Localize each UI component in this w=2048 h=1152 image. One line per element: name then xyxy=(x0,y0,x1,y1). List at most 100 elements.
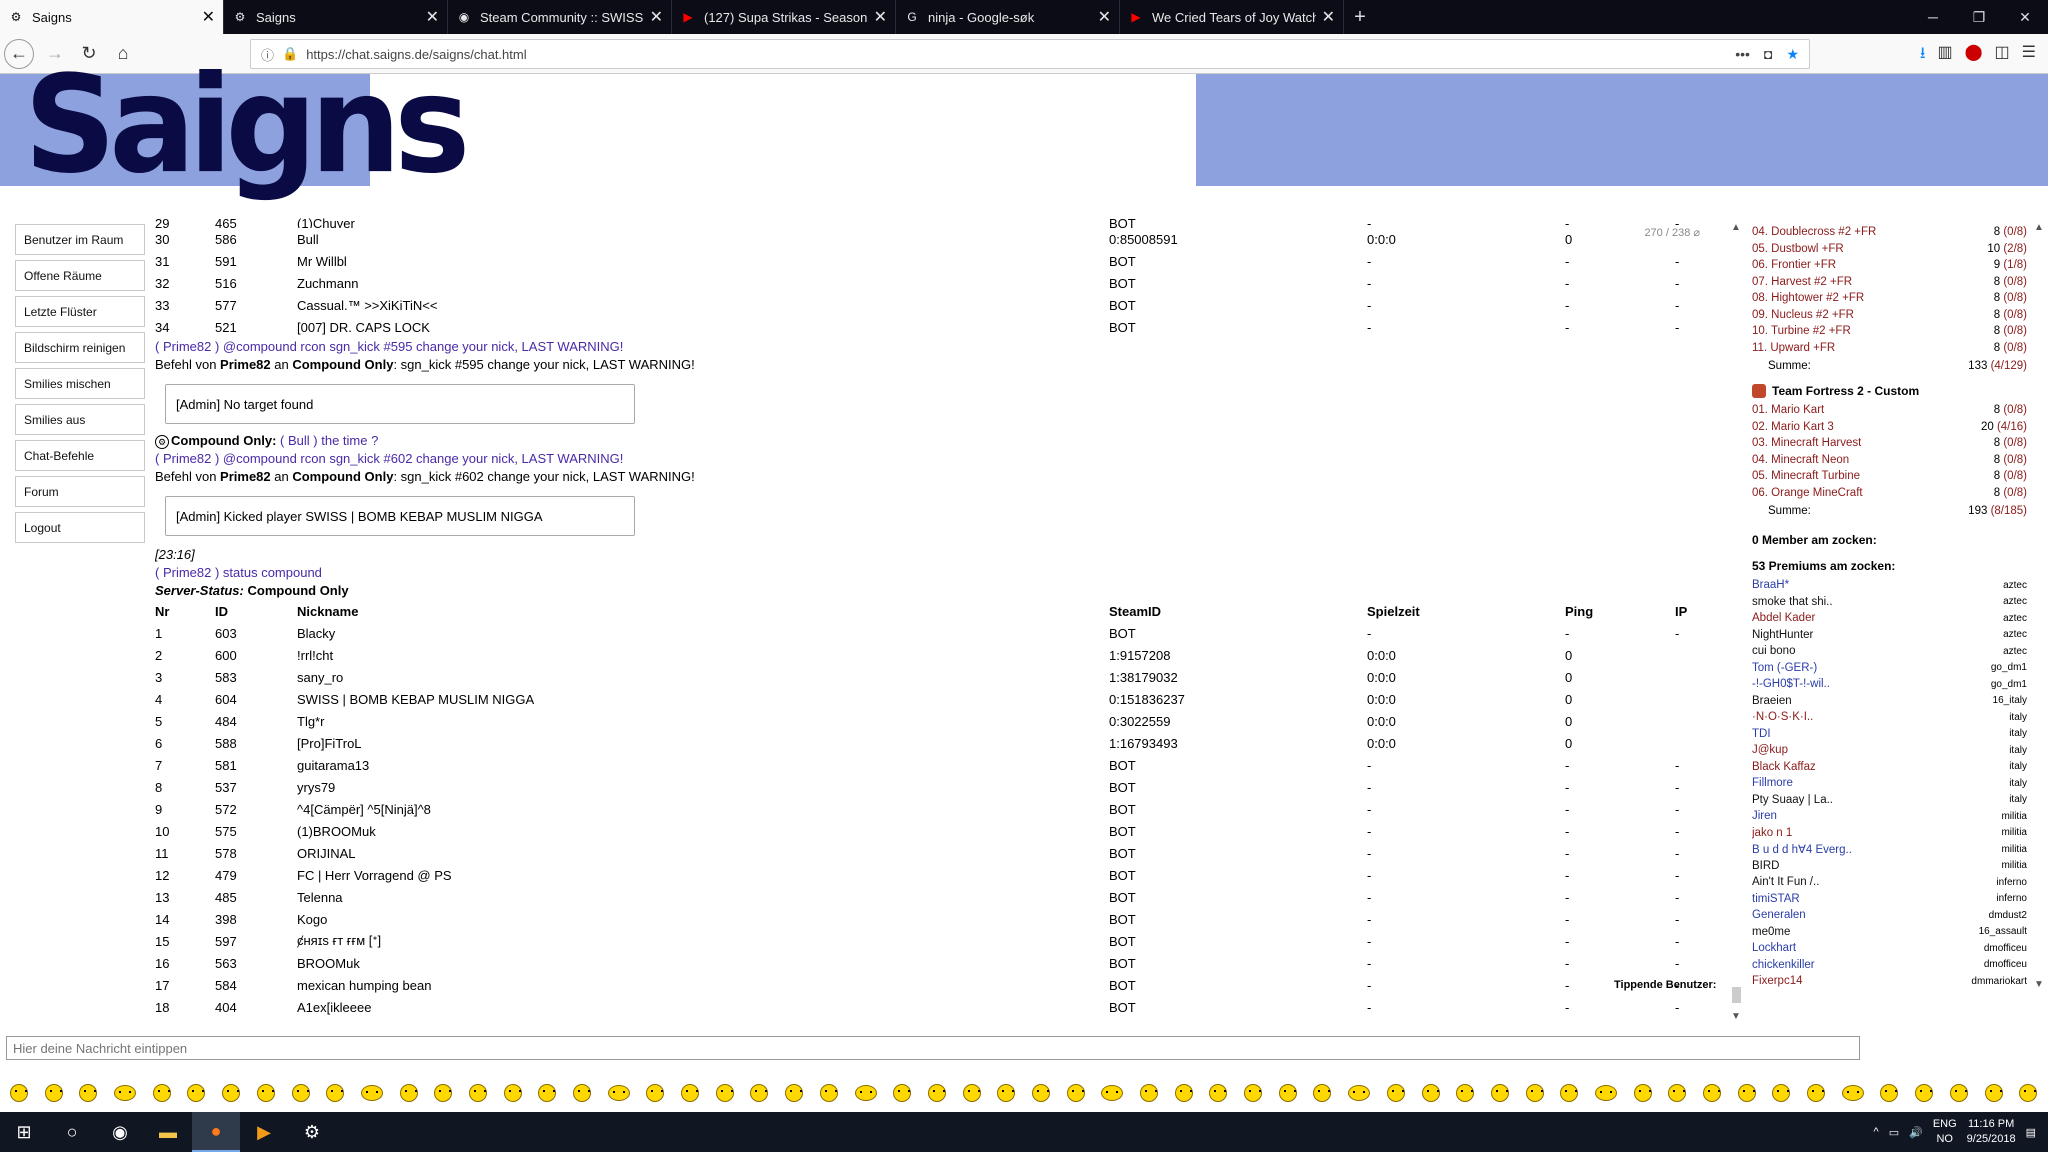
smiley-icon[interactable] xyxy=(962,1084,981,1102)
smiley-icon[interactable] xyxy=(538,1084,557,1102)
sidebar-button-8[interactable]: Forum xyxy=(15,476,145,507)
close-window-icon[interactable]: ✕ xyxy=(2002,0,2048,34)
sidebar-button-9[interactable]: Logout xyxy=(15,512,145,543)
smiley-icon[interactable] xyxy=(1101,1085,1124,1101)
steam-app-icon[interactable]: ⚙ xyxy=(288,1112,336,1152)
smiley-icon[interactable] xyxy=(893,1084,912,1102)
server-name[interactable]: 06. Frontier +FR xyxy=(1752,259,1994,271)
user-item[interactable]: J@kup italy xyxy=(1752,742,2027,759)
menu-icon[interactable]: ☰ xyxy=(2022,42,2036,69)
user-name[interactable]: -!-GH0$T-!-wil.. xyxy=(1752,678,1991,690)
server-item[interactable]: 05. Minecraft Turbine 8 (0/8) xyxy=(1752,468,2027,485)
smiley-icon[interactable] xyxy=(187,1084,206,1102)
smiley-icon[interactable] xyxy=(1807,1084,1826,1102)
user-item[interactable]: Braeien 16_italy xyxy=(1752,693,2027,710)
network-icon[interactable]: ▭ xyxy=(1889,1126,1899,1139)
user-name[interactable]: smoke that shi.. xyxy=(1752,596,2003,608)
smiley-icon[interactable] xyxy=(927,1084,946,1102)
server-name[interactable]: 10. Turbine #2 +FR xyxy=(1752,325,1994,337)
server-item[interactable]: 03. Minecraft Harvest 8 (0/8) xyxy=(1752,435,2027,452)
user-name[interactable]: Ain't It Fun /.. xyxy=(1752,876,1996,888)
windows-start-icon[interactable]: ⊞ xyxy=(0,1112,48,1152)
browser-tab[interactable]: Gninja - Google-søk ✕ xyxy=(896,0,1120,34)
url-bar[interactable]: ⓘ 🔒 https://chat.saigns.de/saigns/chat.h… xyxy=(250,39,1810,69)
smiley-icon[interactable] xyxy=(573,1084,591,1102)
scroll-down-icon[interactable]: ▼ xyxy=(2034,979,2044,990)
user-item[interactable]: Tom (-GER-) go_dm1 xyxy=(1752,660,2027,677)
smiley-icon[interactable] xyxy=(1594,1085,1617,1101)
server-item[interactable]: 05. Dustbowl +FR 10 (2/8) xyxy=(1752,241,2027,258)
user-item[interactable]: B u d d h∀4 Everg.. militia xyxy=(1752,841,2027,858)
firefox-icon[interactable]: ● xyxy=(192,1112,240,1152)
user-item[interactable]: smoke that shi.. aztec xyxy=(1752,594,2027,611)
server-name[interactable]: 11. Upward +FR xyxy=(1752,342,1994,354)
smiley-icon[interactable] xyxy=(607,1085,630,1101)
user-item[interactable]: Fixerpc14 dmmariokart xyxy=(1752,973,2027,989)
page-actions-icon[interactable]: ••• xyxy=(1735,46,1750,63)
browser-tab[interactable]: ⚙ Saigns ✕ xyxy=(224,0,448,34)
user-name[interactable]: TDI xyxy=(1752,728,2009,740)
user-item[interactable]: Ain't It Fun /.. inferno xyxy=(1752,874,2027,891)
smiley-icon[interactable] xyxy=(715,1084,734,1102)
smiley-icon[interactable] xyxy=(1386,1084,1405,1102)
close-tab-icon[interactable]: ✕ xyxy=(202,7,215,27)
smiley-icon[interactable] xyxy=(1456,1084,1475,1102)
close-tab-icon[interactable]: ✕ xyxy=(1322,7,1335,27)
server-name[interactable]: 05. Minecraft Turbine xyxy=(1752,470,1994,482)
browser-tab[interactable]: ◉ Steam Community :: SWISS | B ✕ xyxy=(448,0,672,34)
smiley-icon[interactable] xyxy=(399,1084,418,1102)
user-name[interactable]: Tom (-GER-) xyxy=(1752,662,1991,674)
smiley-icon[interactable] xyxy=(1209,1084,1228,1102)
smiley-icon[interactable] xyxy=(1525,1084,1544,1102)
server-name[interactable]: 07. Harvest #2 +FR xyxy=(1752,276,1994,288)
media-player-icon[interactable]: ▶ xyxy=(240,1112,288,1152)
user-name[interactable]: Pty Suaay | La.. xyxy=(1752,794,2009,806)
user-name[interactable]: BraaH* xyxy=(1752,579,2003,591)
panel-scrollbar[interactable]: ▲ ▼ xyxy=(2032,222,2046,990)
user-item[interactable]: ·N·O·S·K·I.. italy xyxy=(1752,709,2027,726)
user-item[interactable]: BraaH* aztec xyxy=(1752,577,2027,594)
server-name[interactable]: 06. Orange MineCraft xyxy=(1752,487,1994,499)
smiley-icon[interactable] xyxy=(1421,1084,1440,1102)
server-item[interactable]: 01. Mario Kart 8 (0/8) xyxy=(1752,402,2027,419)
minimize-icon[interactable]: ─ xyxy=(1910,0,1956,34)
user-name[interactable]: cui bono xyxy=(1752,645,2003,657)
user-name[interactable]: J@kup xyxy=(1752,744,2009,756)
close-tab-icon[interactable]: ✕ xyxy=(874,7,887,27)
smiley-icon[interactable] xyxy=(44,1084,63,1102)
adblock-icon[interactable]: ⬤ xyxy=(1965,42,1983,69)
sidebar-button-5[interactable]: Smilies mischen xyxy=(15,368,145,399)
smiley-icon[interactable] xyxy=(1066,1084,1085,1102)
smiley-icon[interactable] xyxy=(1560,1084,1579,1102)
smiley-icon[interactable] xyxy=(1633,1084,1652,1102)
language-indicator[interactable]: ENG NO xyxy=(1933,1117,1957,1147)
sidebar-toggle-icon[interactable]: ◫ xyxy=(1995,42,2010,69)
user-item[interactable]: chickenkiller dmofficeu xyxy=(1752,957,2027,974)
cortana-icon[interactable]: ○ xyxy=(48,1112,96,1152)
server-name[interactable]: 02. Mario Kart 3 xyxy=(1752,421,1981,433)
user-name[interactable]: me0me xyxy=(1752,926,1979,938)
smiley-icon[interactable] xyxy=(1772,1084,1791,1102)
new-tab-button[interactable]: + xyxy=(1344,0,1376,34)
library-icon[interactable]: ▥ xyxy=(1938,42,1953,69)
server-name[interactable]: 03. Minecraft Harvest xyxy=(1752,437,1994,449)
user-item[interactable]: Fillmore italy xyxy=(1752,775,2027,792)
server-item[interactable]: 06. Orange MineCraft 8 (0/8) xyxy=(1752,485,2027,502)
user-name[interactable]: BIRD xyxy=(1752,860,2001,872)
user-item[interactable]: Generalen dmdust2 xyxy=(1752,907,2027,924)
user-name[interactable]: jako n 1 xyxy=(1752,827,2001,839)
message-input[interactable] xyxy=(6,1036,1860,1060)
user-item[interactable]: Pty Suaay | La.. italy xyxy=(1752,792,2027,809)
user-item[interactable]: TDI italy xyxy=(1752,726,2027,743)
server-item[interactable]: 08. Hightower #2 +FR 8 (0/8) xyxy=(1752,290,2027,307)
sidebar-button-4[interactable]: Bildschirm reinigen xyxy=(15,332,145,363)
server-item[interactable]: 06. Frontier +FR 9 (1/8) xyxy=(1752,257,2027,274)
server-item[interactable]: 09. Nucleus #2 +FR 8 (0/8) xyxy=(1752,307,2027,324)
close-tab-icon[interactable]: ✕ xyxy=(1098,7,1111,27)
smiley-icon[interactable] xyxy=(646,1084,665,1102)
smiley-icon[interactable] xyxy=(10,1084,28,1102)
smiley-icon[interactable] xyxy=(785,1084,804,1102)
smiley-icon[interactable] xyxy=(360,1085,383,1101)
smiley-icon[interactable] xyxy=(997,1084,1016,1102)
smiley-icon[interactable] xyxy=(1949,1084,1968,1102)
